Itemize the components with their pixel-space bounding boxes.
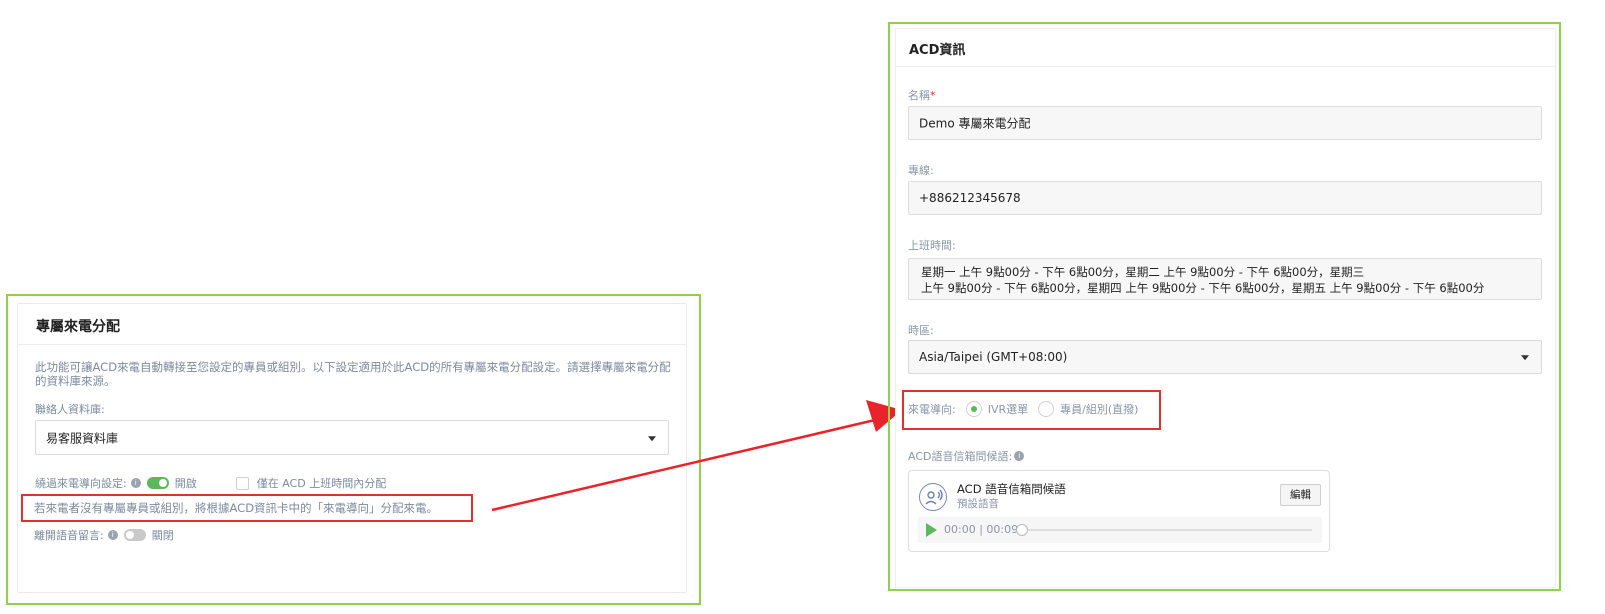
leave-voicemail-label: 離開語音留言: <box>34 529 104 542</box>
routing-ivr-label[interactable]: IVR選單 <box>988 401 1028 417</box>
greeting-label-row: ACD語音信箱問候語: i <box>908 448 1030 464</box>
voicemail-toggle[interactable] <box>123 529 146 541</box>
chevron-down-icon <box>1521 355 1529 361</box>
bypass-routing-row: 繞過來電導向設定: i 開啟 僅在 ACD 上班時間內分配 <box>35 475 386 491</box>
timezone-value: Asia/Taipei (GMT+08:00) <box>919 350 1068 364</box>
fallback-routing-note: 若來電者沒有專屬專員或組別，將根據ACD資訊卡中的「來電導向」分配來電。 <box>34 501 439 515</box>
name-value: Demo 專屬來電分配 <box>919 116 1031 131</box>
routing-row: 來電導向: IVR選單 專員/組別(直撥) <box>908 398 1138 420</box>
voicemail-toggle-state: 關閉 <box>151 529 174 542</box>
contact-db-value: 易客服資料庫 <box>46 431 119 445</box>
greeting-label: ACD語音信箱問候語: <box>908 450 1013 463</box>
contact-db-label: 聯絡人資料庫: <box>35 403 105 416</box>
audio-time: 00:00 | 00:09 <box>944 523 1019 536</box>
line-label: 專線: <box>908 164 934 177</box>
bypass-routing-toggle[interactable] <box>146 477 169 489</box>
hours-line-1: 星期一 上午 9點00分 - 下午 6點00分，星期二 上午 9點00分 - 下… <box>921 265 1365 279</box>
info-icon[interactable]: i <box>130 478 141 488</box>
name-label-text: 名稱 <box>908 89 930 102</box>
seek-handle[interactable] <box>1016 524 1028 536</box>
line-field[interactable]: +886212345678 <box>908 181 1542 215</box>
hours-field[interactable]: 星期一 上午 9點00分 - 下午 6點00分，星期二 上午 9點00分 - 下… <box>908 258 1542 300</box>
routing-direct-label[interactable]: 專員/組別(直撥) <box>1060 401 1138 417</box>
hours-label: 上班時間: <box>908 239 956 252</box>
bypass-routing-label: 繞過來電導向設定: <box>35 477 127 490</box>
only-in-hours-checkbox[interactable] <box>235 476 249 490</box>
hours-line-2: 上午 9點00分 - 下午 6點00分，星期四 上午 9點00分 - 下午 6點… <box>921 281 1485 295</box>
only-in-hours-label: 僅在 ACD 上班時間內分配 <box>256 477 387 490</box>
voice-greeting-icon <box>919 483 947 511</box>
dedicated-routing-card: 專屬來電分配 此功能可讓ACD來電自動轉接至您設定的專員或組別。以下設定適用於此… <box>17 303 687 593</box>
timezone-select[interactable]: Asia/Taipei (GMT+08:00) <box>908 340 1542 374</box>
dedicated-routing-description: 此功能可讓ACD來電自動轉接至您設定的專員或組別。以下設定適用於此ACD的所有專… <box>35 360 671 388</box>
info-icon[interactable]: i <box>107 530 118 540</box>
voice-greeting-glyph <box>925 489 943 505</box>
edit-greeting-button[interactable]: 編輯 <box>1280 484 1321 506</box>
timezone-label: 時區: <box>908 324 934 337</box>
required-mark: * <box>930 89 936 102</box>
routing-direct-radio[interactable] <box>1038 401 1055 417</box>
contact-db-select[interactable]: 易客服資料庫 <box>35 420 669 455</box>
dedicated-routing-title: 專屬來電分配 <box>18 304 686 345</box>
audio-player: 00:00 | 00:09 <box>918 517 1322 543</box>
greeting-subtitle: 預設語音 <box>957 498 999 510</box>
acd-info-title: ACD資訊 <box>896 29 1555 67</box>
info-icon[interactable]: i <box>1014 451 1025 461</box>
chevron-down-icon <box>648 435 656 441</box>
greeting-card: ACD 語音信箱問候語 預設語音 編輯 00:00 | 00:09 <box>908 470 1330 552</box>
bypass-toggle-state: 開啟 <box>174 477 197 490</box>
routing-label: 來電導向: <box>908 403 956 416</box>
voicemail-row: 離開語音留言: i 關閉 <box>34 527 174 543</box>
greeting-title: ACD 語音信箱問候語 <box>957 482 1066 496</box>
line-value: +886212345678 <box>919 191 1021 205</box>
play-icon[interactable] <box>926 523 937 537</box>
toggle-knob <box>125 531 134 539</box>
name-field[interactable]: Demo 專屬來電分配 <box>908 106 1542 140</box>
name-label: 名稱* <box>908 87 936 103</box>
toggle-knob <box>158 479 167 487</box>
routing-ivr-radio[interactable] <box>965 401 982 417</box>
seek-track[interactable] <box>1028 529 1312 531</box>
